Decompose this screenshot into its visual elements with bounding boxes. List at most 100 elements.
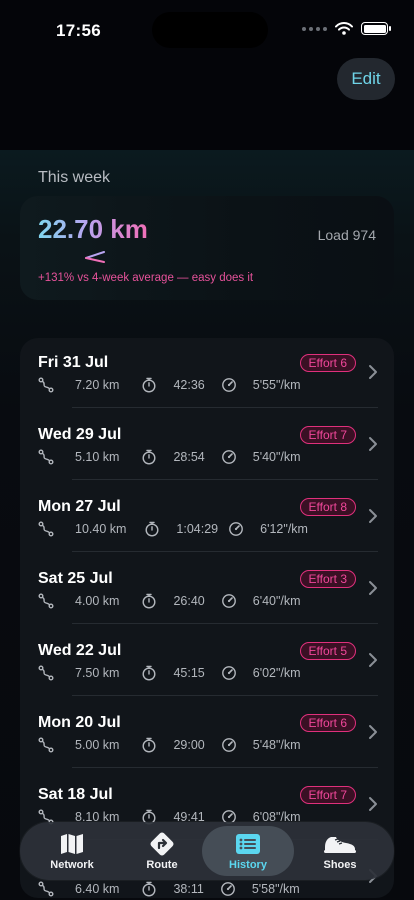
tab-shoes[interactable]: Shoes [294,826,386,876]
chevron-right-icon [368,724,378,745]
effort-badge: Effort 3 [299,570,356,588]
signal-icon [302,26,327,31]
effort-badge: Effort 7 [299,426,356,444]
run-row[interactable]: Wed 22 Jul Effort 5 7.50 km 45:15 6'02"/… [20,626,394,698]
run-date: Mon 27 Jul [38,498,121,515]
run-metrics: 5.00 km 29:00 5'48"/km [38,736,301,754]
run-distance: 5.10 km [75,450,120,464]
section-title: This week [38,169,111,186]
route-icon [38,593,54,609]
run-date: Mon 20 Jul [38,714,121,731]
status-bar: 17:56 [0,0,414,56]
run-history-list: Fri 31 Jul Effort 6 7.20 km 42:36 5'55"/… [20,338,394,898]
wifi-icon [335,22,353,35]
chevron-right-icon [368,796,378,817]
route-sign-icon [149,832,175,856]
weekly-comparison: +131% vs 4-week average — easy does it [38,272,254,284]
run-date: Wed 29 Jul [38,426,122,443]
run-distance: 5.00 km [75,738,120,752]
route-icon [38,449,54,465]
run-metrics: 6.40 km 38:11 5'58"/km [38,880,300,898]
list-icon [235,832,261,856]
stopwatch-icon [141,377,157,393]
training-load: Load 974 [317,227,376,243]
effort-badge: Effort 8 [299,498,356,516]
battery-icon [361,22,391,35]
pace-gauge-icon [221,737,237,753]
route-icon [38,377,54,393]
tab-label: Network [50,858,94,871]
run-row[interactable]: Sat 25 Jul Effort 3 4.00 km 26:40 6'40"/… [20,554,394,626]
run-date: Fri 31 Jul [38,354,109,371]
run-row[interactable]: Fri 31 Jul Effort 6 7.20 km 42:36 5'55"/… [20,338,394,410]
run-distance: 6.40 km [75,882,120,896]
pace-gauge-icon [221,449,237,465]
run-pace: 5'55"/km [252,378,301,392]
run-metrics: 7.50 km 45:15 6'02"/km [38,664,301,682]
run-distance: 7.20 km [75,378,120,392]
run-duration: 28:54 [173,450,205,464]
weekly-summary-card[interactable]: 22.70 km Load 974 +131% vs 4-week averag… [20,196,394,300]
chevron-right-icon [368,436,378,457]
chevron-right-icon [368,652,378,673]
tab-network[interactable]: Network [26,826,118,876]
stopwatch-icon [141,737,157,753]
status-icons [302,22,391,35]
run-date: Sat 18 Jul [38,786,113,803]
run-metrics: 7.20 km 42:36 5'55"/km [38,376,301,394]
effort-badge: Effort 7 [299,786,356,804]
trend-sparkline-icon [38,251,105,263]
stopwatch-icon [141,665,157,681]
edit-button[interactable]: Edit [337,58,395,100]
run-pace: 6'02"/km [252,666,301,680]
map-icon [59,832,85,856]
chevron-right-icon [368,580,378,601]
stopwatch-icon [141,449,157,465]
row-divider [72,767,378,768]
run-metrics: 10.40 km 1:04:29 6'12"/km [38,520,308,538]
run-date: Sat 25 Jul [38,570,113,587]
tab-label: Shoes [323,858,357,871]
route-icon [38,881,54,897]
effort-badge: Effort 6 [299,354,356,372]
sneaker-icon [322,832,358,856]
dynamic-island [152,12,268,48]
pace-gauge-icon [228,521,244,537]
run-pace: 5'58"/km [251,882,300,896]
tab-history[interactable]: History [202,826,294,876]
status-time: 17:56 [56,21,101,40]
effort-badge: Effort 5 [299,642,356,660]
tab-label: Route [146,858,178,871]
run-row[interactable]: Mon 20 Jul Effort 6 5.00 km 29:00 5'48"/… [20,698,394,770]
run-distance: 10.40 km [75,522,127,536]
run-duration: 45:15 [173,666,205,680]
route-icon [38,665,54,681]
run-duration: 29:00 [173,738,205,752]
route-icon [38,521,54,537]
run-metrics: 4.00 km 26:40 6'40"/km [38,592,301,610]
run-distance: 7.50 km [75,666,120,680]
run-row[interactable]: Wed 29 Jul Effort 7 5.10 km 28:54 5'40"/… [20,410,394,482]
tab-route[interactable]: Route [116,826,208,876]
row-divider [72,623,378,624]
run-pace: 6'12"/km [260,522,308,536]
pace-gauge-icon [221,377,237,393]
run-distance: 4.00 km [75,594,120,608]
pace-gauge-icon [221,665,237,681]
weekly-distance: 22.70 km [38,214,148,244]
run-duration: 1:04:29 [176,522,219,536]
run-date: Wed 22 Jul [38,642,122,659]
effort-badge: Effort 6 [299,714,356,732]
run-pace: 5'40"/km [252,450,301,464]
run-row[interactable]: Mon 27 Jul Effort 8 10.40 km 1:04:29 6'1… [20,482,394,554]
run-pace: 5'48"/km [252,738,301,752]
tab-label: History [229,858,267,871]
chevron-right-icon [368,364,378,385]
stopwatch-icon [141,593,157,609]
row-divider [72,479,378,480]
run-duration: 38:11 [173,882,204,896]
row-divider [72,695,378,696]
pace-gauge-icon [220,881,236,897]
tab-bar: Network Route History Shoes [20,822,394,880]
stopwatch-icon [141,881,157,897]
